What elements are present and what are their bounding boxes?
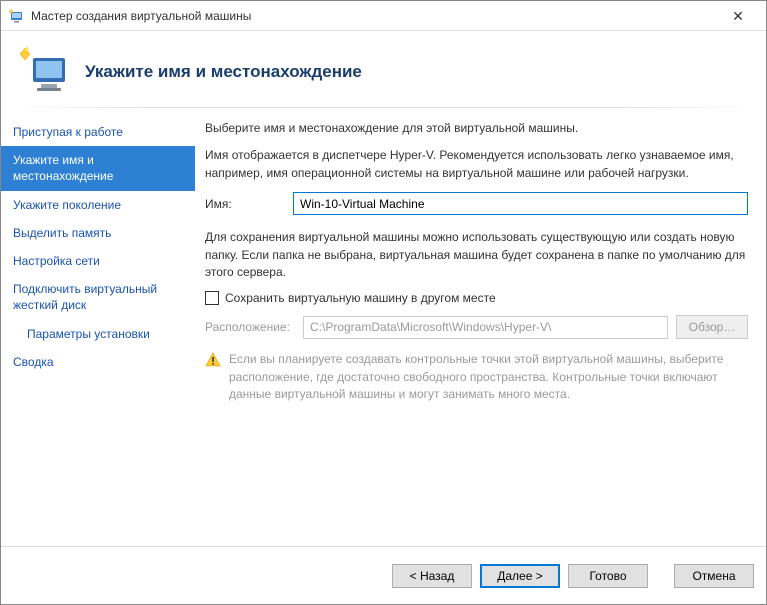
browse-button: Обзор… [676, 315, 748, 339]
close-button[interactable]: ✕ [718, 2, 758, 30]
sidebar: Приступая к работе Укажите имя и местона… [1, 108, 195, 546]
name-input[interactable] [293, 192, 748, 215]
location-label: Расположение: [205, 320, 295, 334]
store-elsewhere-label: Сохранить виртуальную машину в другом ме… [225, 291, 496, 305]
sidebar-item-install-options[interactable]: Параметры установки [1, 320, 195, 348]
warning-icon [205, 352, 221, 368]
sidebar-item-memory[interactable]: Выделить память [1, 219, 195, 247]
name-row: Имя: [205, 192, 748, 215]
warning-text: Если вы планируете создавать контрольные… [229, 351, 748, 403]
sidebar-item-start[interactable]: Приступая к работе [1, 118, 195, 146]
sidebar-item-vhd[interactable]: Подключить виртуальный жесткий диск [1, 275, 195, 319]
warning-block: Если вы планируете создавать контрольные… [205, 351, 748, 403]
back-button[interactable]: < Назад [392, 564, 472, 588]
sidebar-item-summary[interactable]: Сводка [1, 348, 195, 376]
wizard-header: Укажите имя и местонахождение [1, 31, 766, 105]
wizard-body: Приступая к работе Укажите имя и местона… [1, 108, 766, 546]
folder-text: Для сохранения виртуальной машины можно … [205, 229, 748, 281]
titlebar: Мастер создания виртуальной машины ✕ [1, 1, 766, 31]
cancel-button[interactable]: Отмена [674, 564, 754, 588]
store-elsewhere-row: Сохранить виртуальную машину в другом ме… [205, 291, 748, 305]
window-title: Мастер создания виртуальной машины [31, 9, 718, 23]
name-label: Имя: [205, 197, 283, 211]
sidebar-item-generation[interactable]: Укажите поколение [1, 191, 195, 219]
sidebar-item-network[interactable]: Настройка сети [1, 247, 195, 275]
sidebar-item-name-location[interactable]: Укажите имя и местонахождение [1, 146, 195, 190]
intro-text-1: Выберите имя и местонахождение для этой … [205, 120, 748, 137]
finish-button[interactable]: Готово [568, 564, 648, 588]
intro-text-2: Имя отображается в диспетчере Hyper-V. Р… [205, 147, 748, 182]
wizard-footer: < Назад Далее > Готово Отмена [1, 546, 766, 604]
main-panel: Выберите имя и местонахождение для этой … [195, 108, 766, 546]
next-button[interactable]: Далее > [480, 564, 560, 588]
location-input [303, 316, 668, 339]
wizard-icon [9, 8, 25, 24]
wizard-header-icon [19, 46, 71, 98]
page-title: Укажите имя и местонахождение [85, 62, 362, 82]
location-row: Расположение: Обзор… [205, 315, 748, 339]
store-elsewhere-checkbox[interactable] [205, 291, 219, 305]
